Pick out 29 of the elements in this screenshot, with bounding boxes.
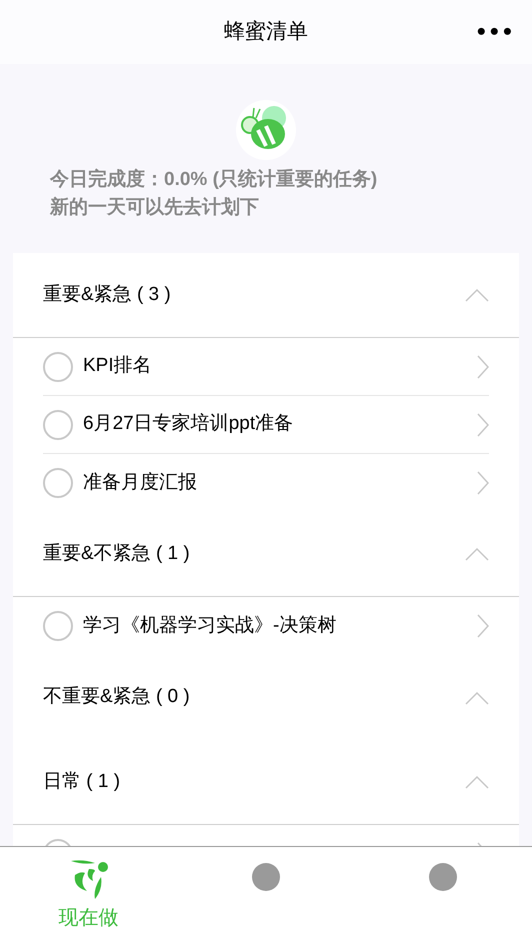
section-header[interactable]: 重要&紧急 ( 3 ) [13,253,519,338]
chevron-up-icon [465,547,489,561]
task-checkbox[interactable] [43,410,73,440]
chevron-up-icon [465,288,489,302]
chevron-right-icon [477,614,489,638]
task-row[interactable]: KPI排名 [43,338,489,396]
task-checkbox[interactable] [43,468,73,498]
task-row[interactable]: 准备月度汇报 [43,454,489,512]
hint-text: 新的一天可以先去计划下 [50,196,260,220]
chevron-up-icon [465,690,489,704]
task-row[interactable]: 学习《机器学习实战》-决策树 [43,597,489,655]
task-title: 学习《机器学习实战》-决策树 [83,614,336,638]
chevron-right-icon [477,412,489,436]
bee-logo-icon [236,100,296,160]
section-header[interactable]: 日常 ( 1 ) [13,740,519,825]
page-title: 蜂蜜清单 [224,19,308,46]
progress-text: 今日完成度：0.0% (只统计重要的任务) [50,168,378,192]
more-menu-button[interactable]: ••• [476,12,516,51]
task-checkbox[interactable] [43,352,73,382]
chevron-right-icon [477,354,489,378]
chevron-up-icon [465,775,489,789]
task-title: 6月27日专家培训ppt准备 [83,412,294,436]
section-header[interactable]: 重要&不紧急 ( 1 ) [13,512,519,597]
task-title: KPI排名 [83,354,152,378]
task-title: 准备月度汇报 [83,470,197,495]
section-header[interactable]: 不重要&紧急 ( 0 ) [13,655,519,740]
task-row[interactable]: 6月27日专家培训ppt准备 [43,396,489,454]
chevron-right-icon [477,471,489,495]
task-checkbox[interactable] [43,611,73,641]
